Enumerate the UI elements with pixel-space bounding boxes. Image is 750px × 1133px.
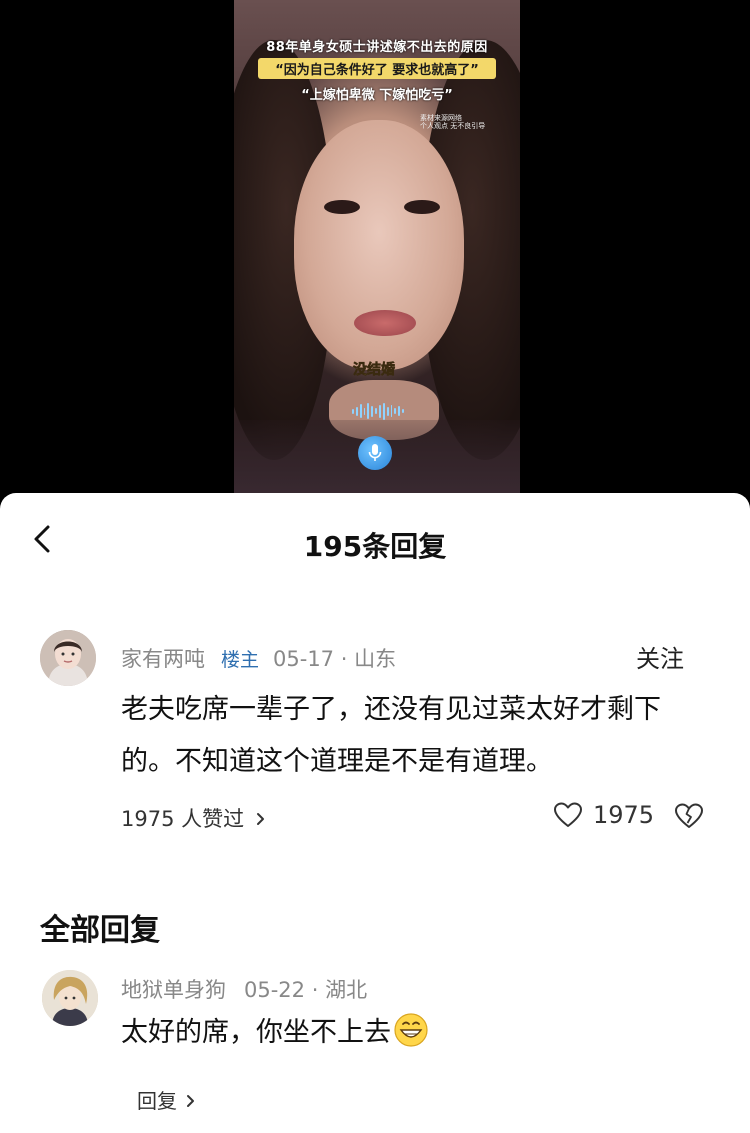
- like-count: 1975: [593, 801, 655, 829]
- chevron-right-icon: [256, 813, 264, 825]
- reply-meta: 地狱单身狗 05-22 · 湖北: [121, 974, 367, 1004]
- comment-text: 老夫吃席一辈子了，还没有见过菜太好才剩下的。不知道这个道理是不是有道理。: [121, 694, 661, 777]
- heart-outline-icon: [554, 802, 582, 827]
- video-watermark: 素材来源网络 个人观点 无不良引导: [420, 114, 500, 130]
- video-figure-eye: [404, 200, 440, 214]
- reply-date: 05-22: [244, 978, 306, 1002]
- follow-button[interactable]: 关注: [620, 639, 700, 673]
- broken-heart-icon: [675, 803, 703, 828]
- comment-meta: 家有两吨 楼主 05-17 · 山东: [121, 643, 396, 673]
- watermark-line-1: 素材来源网络: [420, 114, 462, 122]
- reply-username[interactable]: 地狱单身狗: [121, 978, 226, 1002]
- video-quote-2: “上嫁怕卑微 下嫁怕吃亏”: [301, 88, 453, 103]
- reply-text-content: 太好的席，你坐不上去: [121, 1017, 391, 1048]
- meta-separator: ·: [340, 647, 348, 671]
- chevron-right-icon: [187, 1095, 195, 1107]
- comment-location: 山东: [354, 647, 397, 671]
- grin-emoji-icon: [393, 1012, 429, 1066]
- microphone-icon[interactable]: [358, 436, 392, 470]
- reply-label: 回复: [137, 1089, 177, 1113]
- avatar-image: [42, 970, 98, 1026]
- video-figure-face: [294, 120, 464, 370]
- video-figure-eye: [324, 200, 360, 214]
- reply-button[interactable]: 回复: [137, 1085, 197, 1114]
- likes-summary-text: 1975 人赞过: [121, 807, 245, 831]
- reply-text: 太好的席，你坐不上去: [121, 1007, 429, 1066]
- all-replies-heading: 全部回复: [40, 913, 160, 948]
- meta-separator: ·: [311, 978, 319, 1002]
- video-player[interactable]: 88年单身女硕士讲述嫁不出去的原因 “因为自己条件好了 要求也就高了” “上嫁怕…: [234, 0, 520, 494]
- replies-panel: 195条回复 家有两吨 楼主 05-17 · 山东 关注 老夫吃席一辈子了，还没有见…: [0, 493, 750, 1133]
- page-title: 195条回复: [303, 530, 447, 563]
- video-quote-1: “因为自己条件好了 要求也就高了”: [258, 58, 496, 79]
- video-area: 88年单身女硕士讲述嫁不出去的原因 “因为自己条件好了 要求也就高了” “上嫁怕…: [0, 0, 750, 500]
- avatar-image: [40, 630, 96, 686]
- comment-date: 05-17: [273, 647, 335, 671]
- op-badge: 楼主: [221, 649, 260, 671]
- avatar[interactable]: [42, 970, 98, 1026]
- audio-waveform-icon: [352, 402, 405, 420]
- avatar[interactable]: [40, 630, 96, 686]
- likes-summary-link[interactable]: 1975 人赞过: [121, 803, 267, 833]
- video-figure-mouth: [354, 310, 416, 336]
- video-title: 88年单身女硕士讲述嫁不出去的原因: [266, 40, 488, 55]
- comment-username[interactable]: 家有两吨: [121, 647, 205, 671]
- like-button[interactable]: 1975: [553, 797, 654, 833]
- video-subtitle: 没结婚: [353, 362, 396, 379]
- dislike-button[interactable]: [674, 802, 704, 834]
- reply-location: 湖北: [325, 978, 368, 1002]
- watermark-line-2: 个人观点 无不良引导: [420, 122, 486, 130]
